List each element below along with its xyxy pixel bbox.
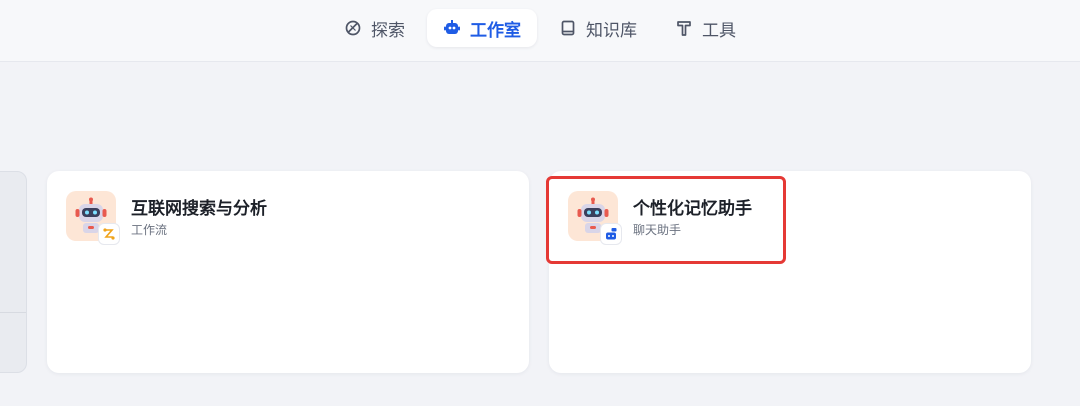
nav-tabs: 探索 工作室 知识库 工具 [0,8,1080,48]
book-icon [559,19,577,37]
app-card-internet-search[interactable]: 互联网搜索与分析 工作流 [47,171,529,373]
top-navigation-bar: 探索 工作室 知识库 工具 [0,0,1080,62]
partial-card[interactable] [0,171,27,373]
tab-studio-label: 工作室 [470,20,521,41]
chat-assistant-icon [600,223,622,245]
tab-tools[interactable]: 工具 [659,9,752,47]
tab-tools-label: 工具 [702,20,736,41]
card-title: 互联网搜索与分析 [131,199,267,219]
tab-studio[interactable]: 工作室 [427,9,537,47]
hammer-icon [675,19,693,37]
tab-knowledge-base-label: 知识库 [586,20,637,41]
tab-knowledge-base[interactable]: 知识库 [543,9,653,47]
card-type-label: 聊天助手 [633,223,682,237]
robot-icon [443,19,461,37]
compass-icon [344,19,362,37]
workflow-icon [98,223,120,245]
card-divider [0,312,26,313]
card-type-label: 工作流 [131,223,168,237]
tab-explore[interactable]: 探索 [328,9,421,47]
tab-explore-label: 探索 [371,20,405,41]
card-title: 个性化记忆助手 [633,199,752,219]
app-card-personal-memory[interactable]: 个性化记忆助手 聊天助手 [549,171,1031,373]
